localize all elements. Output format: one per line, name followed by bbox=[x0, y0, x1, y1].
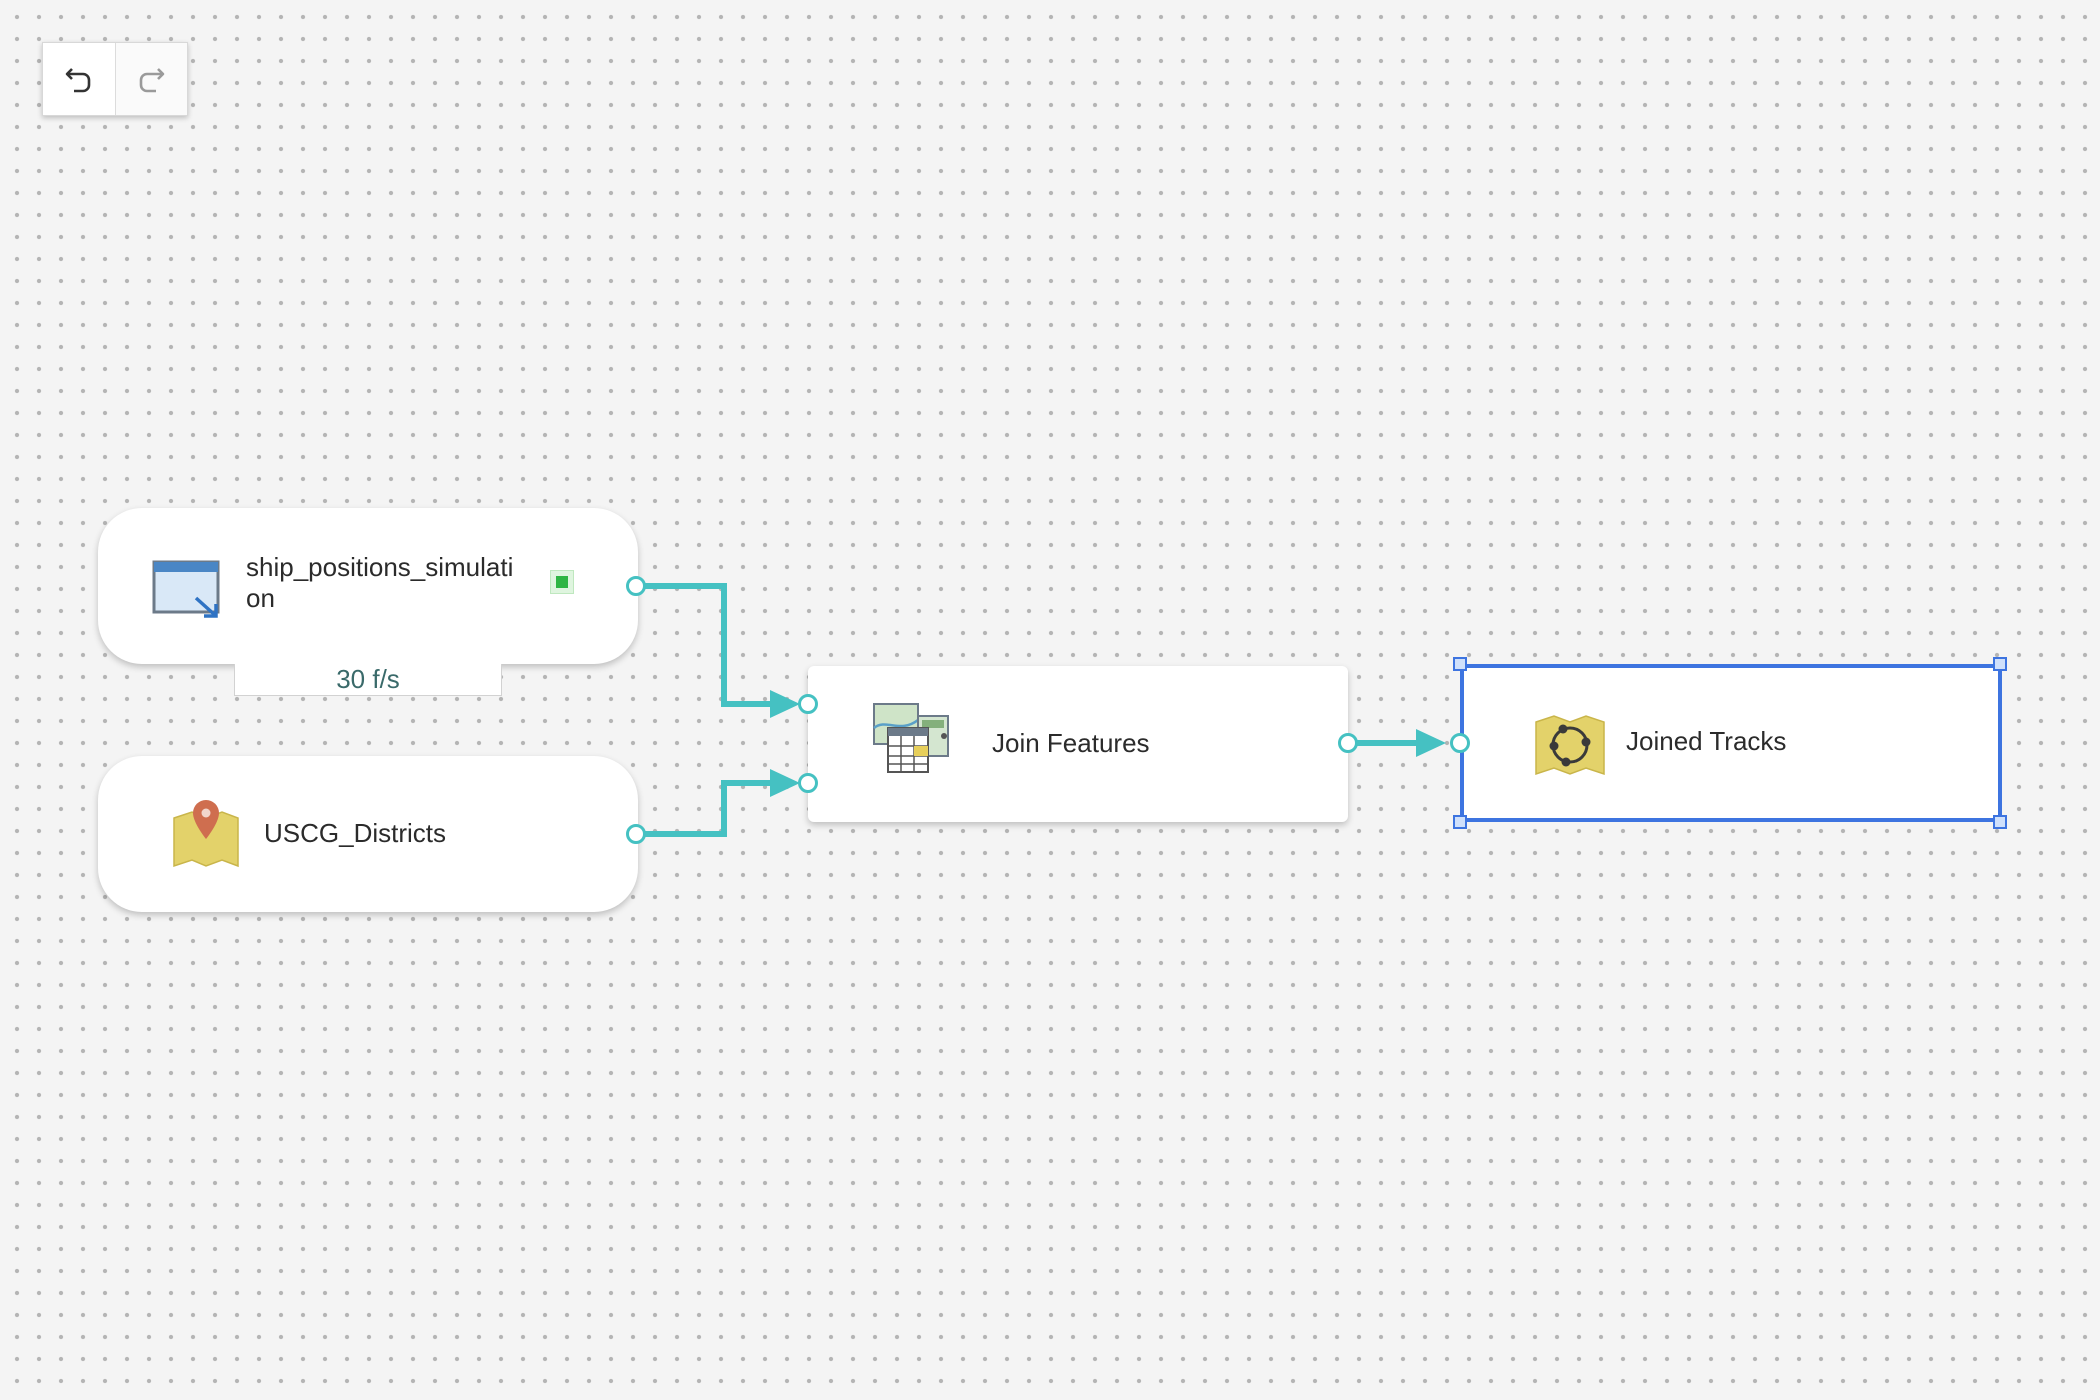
output-node-joined-tracks[interactable]: Joined Tracks bbox=[1460, 664, 2002, 822]
arrowhead-districts-to-join bbox=[770, 769, 800, 797]
input-port-join-source[interactable] bbox=[798, 773, 818, 793]
connector-districts-to-join[interactable] bbox=[638, 780, 774, 837]
connector-ship-to-join[interactable] bbox=[638, 583, 774, 707]
resize-handle-top-left[interactable] bbox=[1453, 657, 1467, 671]
output-port-join-features[interactable] bbox=[1338, 733, 1358, 753]
source-node-ship-positions[interactable]: ship_positions_simulati on bbox=[98, 508, 638, 664]
resize-handle-bottom-right[interactable] bbox=[1993, 815, 2007, 829]
node-label: Join Features bbox=[992, 728, 1150, 758]
join-features-icon bbox=[873, 703, 949, 773]
node-label: Joined Tracks bbox=[1626, 726, 1787, 756]
running-status-icon bbox=[550, 570, 574, 594]
arrowhead-join-to-output bbox=[1416, 729, 1446, 757]
feature-layer-output-icon bbox=[1535, 715, 1605, 776]
map-pin-layer-icon bbox=[173, 800, 239, 868]
input-port-join-target[interactable] bbox=[798, 694, 818, 714]
tool-node-join-features[interactable]: Join Features bbox=[808, 666, 1348, 822]
node-label: USCG_Districts bbox=[264, 818, 447, 848]
output-port-uscg-districts[interactable] bbox=[626, 824, 646, 844]
event-rate-badge: 30 f/s bbox=[234, 664, 502, 696]
source-node-uscg-districts[interactable]: USCG_Districts bbox=[98, 756, 638, 912]
resize-handle-bottom-left[interactable] bbox=[1453, 815, 1467, 829]
input-port-joined-tracks[interactable] bbox=[1450, 733, 1470, 753]
resize-handle-top-right[interactable] bbox=[1993, 657, 2007, 671]
output-port-ship-positions[interactable] bbox=[626, 576, 646, 596]
node-label: ship_positions_simulati on bbox=[246, 552, 514, 613]
arrowhead-ship-to-join bbox=[770, 690, 800, 718]
feed-window-icon bbox=[152, 560, 220, 618]
